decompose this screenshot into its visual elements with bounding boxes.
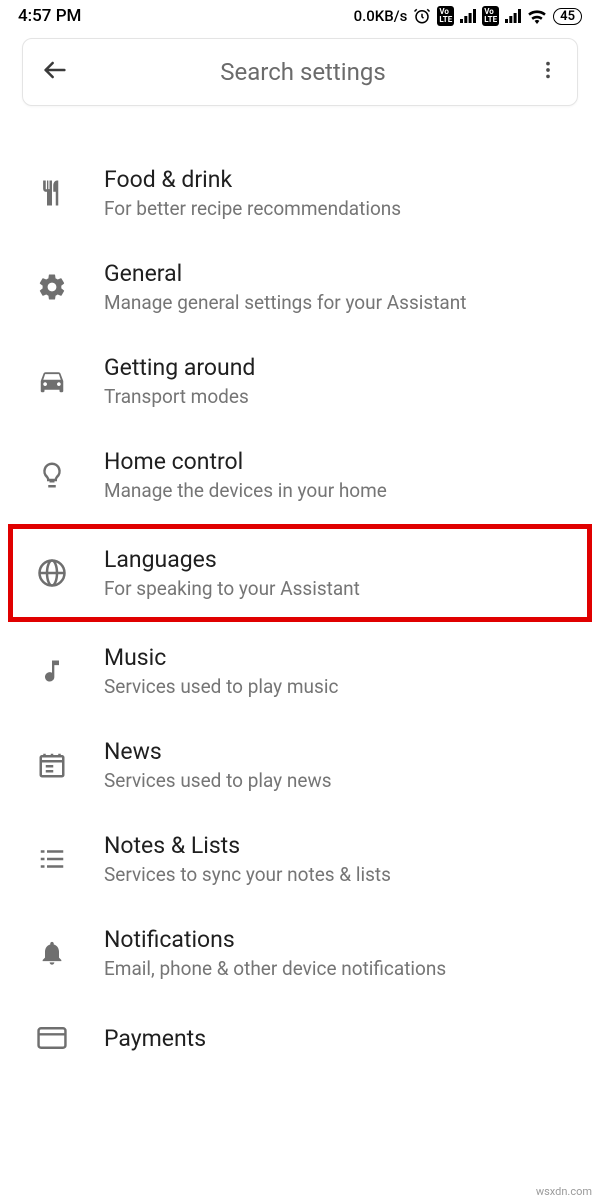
globe-icon xyxy=(34,555,70,591)
wifi-icon xyxy=(527,8,547,24)
list-icon xyxy=(34,841,70,877)
alarm-icon xyxy=(413,7,431,25)
settings-list: Food & drink For better recipe recommend… xyxy=(0,106,600,1062)
watermark: wsxdn.com xyxy=(536,1185,592,1198)
item-title: Food & drink xyxy=(104,166,401,193)
search-placeholder: Search settings xyxy=(69,58,537,86)
item-title: Music xyxy=(104,644,338,671)
item-notes-lists[interactable]: Notes & Lists Services to sync your note… xyxy=(0,812,600,906)
item-title: News xyxy=(104,738,332,765)
item-title: Home control xyxy=(104,448,387,475)
item-languages[interactable]: Languages For speaking to your Assistant xyxy=(0,522,600,624)
card-icon xyxy=(34,1020,70,1056)
signal-icon-1 xyxy=(460,9,476,23)
volte-icon-2: VoLTE xyxy=(482,6,499,26)
music-icon xyxy=(34,653,70,689)
item-sub: For speaking to your Assistant xyxy=(104,577,360,600)
item-sub: Email, phone & other device notification… xyxy=(104,957,446,980)
item-news[interactable]: News Services used to play news xyxy=(0,718,600,812)
item-title: Payments xyxy=(104,1025,206,1052)
item-notifications[interactable]: Notifications Email, phone & other devic… xyxy=(0,906,600,1000)
car-icon xyxy=(34,363,70,399)
food-icon xyxy=(34,175,70,211)
signal-icon-2 xyxy=(505,9,521,23)
item-general[interactable]: General Manage general settings for your… xyxy=(0,240,600,334)
item-title: Languages xyxy=(104,546,360,573)
news-icon xyxy=(34,747,70,783)
status-time: 4:57 PM xyxy=(18,6,81,26)
item-home-control[interactable]: Home control Manage the devices in your … xyxy=(0,428,600,522)
item-sub: Services to sync your notes & lists xyxy=(104,863,391,886)
item-sub: For better recipe recommendations xyxy=(104,197,401,220)
battery-indicator: 45 xyxy=(553,8,582,25)
item-music[interactable]: Music Services used to play music xyxy=(0,624,600,718)
item-sub: Manage the devices in your home xyxy=(104,479,387,502)
more-icon[interactable] xyxy=(537,59,559,85)
item-title: Notes & Lists xyxy=(104,832,391,859)
status-bar: 4:57 PM 0.0KB/s VoLTE VoLTE 45 xyxy=(0,0,600,30)
status-net-speed: 0.0KB/s xyxy=(354,7,408,25)
item-sub: Services used to play news xyxy=(104,769,332,792)
item-title: General xyxy=(104,260,466,287)
back-icon[interactable] xyxy=(41,56,69,88)
item-title: Notifications xyxy=(104,926,446,953)
item-sub: Services used to play music xyxy=(104,675,338,698)
gear-icon xyxy=(34,269,70,305)
bulb-icon xyxy=(34,457,70,493)
item-sub: Transport modes xyxy=(104,385,255,408)
status-right: 0.0KB/s VoLTE VoLTE 45 xyxy=(354,6,582,26)
bell-icon xyxy=(34,935,70,971)
item-sub: Manage general settings for your Assista… xyxy=(104,291,466,314)
item-getting-around[interactable]: Getting around Transport modes xyxy=(0,334,600,428)
search-bar[interactable]: Search settings xyxy=(22,38,578,106)
item-payments[interactable]: Payments xyxy=(0,1000,600,1062)
item-title: Getting around xyxy=(104,354,255,381)
item-food-drink[interactable]: Food & drink For better recipe recommend… xyxy=(0,146,600,240)
volte-icon-1: VoLTE xyxy=(437,6,454,26)
